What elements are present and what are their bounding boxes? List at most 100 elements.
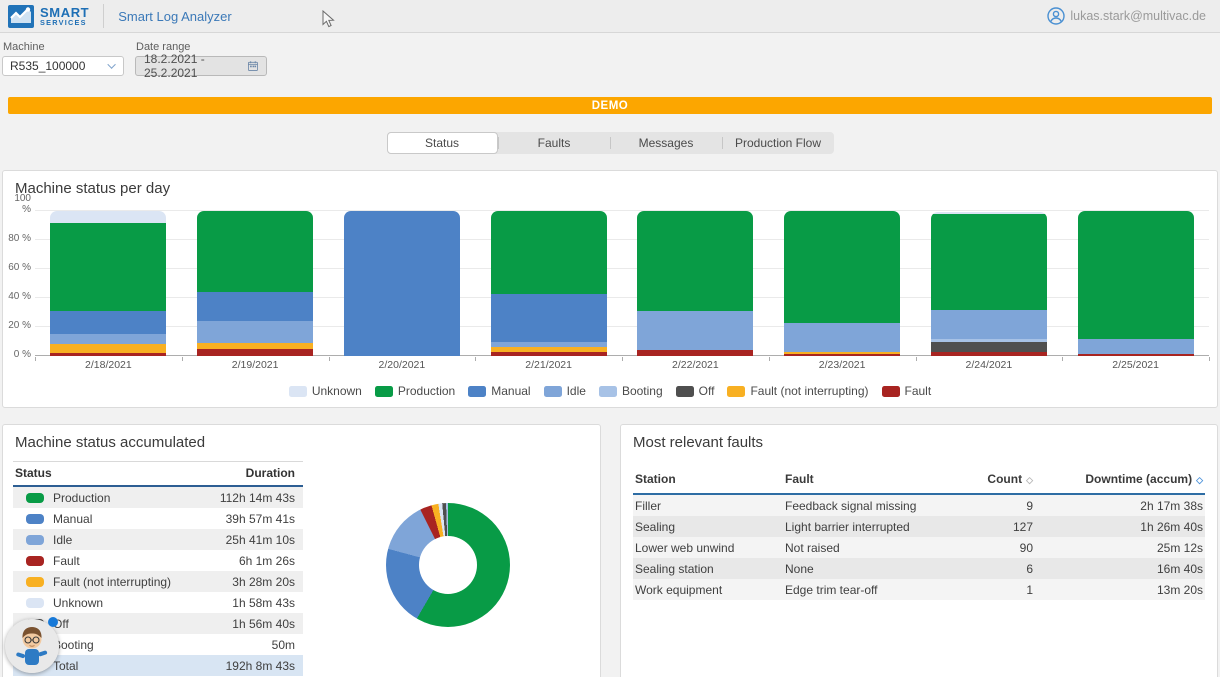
bar-segment-production[interactable] — [784, 211, 900, 323]
fault-table-row: Work equipmentEdge trim tear-off113m 20s — [633, 579, 1205, 600]
faults-table: StationFaultCount◇Downtime (accum)◇ Fill… — [633, 467, 1205, 600]
fault-cell-station: Lower web unwind — [635, 541, 785, 555]
header-divider — [103, 4, 104, 28]
bar-segment-production[interactable] — [491, 211, 607, 294]
tab-production-flow[interactable]: Production Flow — [723, 132, 834, 154]
y-axis-label: 60 % — [7, 262, 31, 273]
bar-segment-production[interactable] — [197, 211, 313, 292]
legend-item-manual[interactable]: Manual — [468, 384, 530, 398]
legend-item-fault[interactable]: Fault — [882, 384, 932, 398]
date-range-input[interactable]: 18.2.2021 - 25.2.2021 — [135, 56, 267, 76]
user-email: lukas.stark@multivac.de — [1070, 9, 1206, 23]
legend-item-booting[interactable]: Booting — [599, 384, 663, 398]
x-axis-label: 2/23/2021 — [784, 359, 900, 371]
fault-cell-fault: Light barrier interrupted — [785, 520, 938, 534]
table-row-unknown: Unknown1h 58m 43s — [13, 592, 303, 613]
sort-icon[interactable]: ◇ — [1196, 475, 1203, 485]
bar-segment-fault_ni[interactable] — [50, 344, 166, 353]
duration-value: 1h 56m 40s — [232, 617, 295, 631]
column-header-status: Status — [15, 466, 52, 480]
calendar-icon — [248, 60, 258, 72]
bar-2/18/2021[interactable] — [50, 211, 166, 356]
duration-value: 112h 14m 43s — [220, 491, 295, 505]
fault-cell-count: 6 — [938, 562, 1033, 576]
bar-2/25/2021[interactable] — [1078, 211, 1194, 356]
fault-cell-station: Filler — [635, 499, 785, 513]
fault-table-row: Lower web unwindNot raised9025m 12s — [633, 537, 1205, 558]
chat-avatar-widget[interactable] — [5, 615, 61, 673]
legend-item-idle[interactable]: Idle — [544, 384, 586, 398]
status-donut-chart[interactable] — [386, 503, 510, 627]
legend-item-fault_ni[interactable]: Fault (not interrupting) — [727, 384, 868, 398]
legend-item-unknown[interactable]: Unknown — [289, 384, 362, 398]
bar-segment-idle[interactable] — [931, 310, 1047, 339]
duration-value: 3h 28m 20s — [232, 575, 295, 589]
table-row-manual: Manual39h 57m 41s — [13, 508, 303, 529]
bar-segment-fault[interactable] — [1078, 354, 1194, 356]
bar-segment-fault[interactable] — [50, 353, 166, 356]
x-axis-label: 2/22/2021 — [637, 359, 753, 371]
bar-segment-fault[interactable] — [637, 350, 753, 356]
bar-segment-fault[interactable] — [931, 352, 1047, 356]
bar-segment-idle[interactable] — [1078, 339, 1194, 354]
legend-swatch-unknown — [289, 386, 307, 397]
fault-cell-station: Sealing station — [635, 562, 785, 576]
user-menu[interactable]: lukas.stark@multivac.de — [1047, 7, 1206, 25]
bar-segment-unknown[interactable] — [50, 211, 166, 223]
logo-text-services: SERVICES — [40, 19, 89, 26]
tab-status[interactable]: Status — [387, 132, 498, 154]
legend-label: Production — [398, 384, 455, 398]
bar-segment-production[interactable] — [931, 214, 1047, 310]
sort-icon[interactable]: ◇ — [1026, 475, 1033, 485]
column-header-count[interactable]: Count◇ — [938, 472, 1033, 486]
machine-select-value: R535_100000 — [10, 59, 85, 73]
bar-segment-production[interactable] — [637, 211, 753, 311]
status-label: Production — [53, 491, 110, 505]
faults-title: Most relevant faults — [621, 425, 1217, 451]
legend-item-production[interactable]: Production — [375, 384, 455, 398]
machine-select[interactable]: R535_100000 — [2, 56, 124, 76]
legend-label: Manual — [491, 384, 530, 398]
fault-table-row: SealingLight barrier interrupted1271h 26… — [633, 516, 1205, 537]
bar-segment-fault[interactable] — [784, 354, 900, 356]
bar-segment-manual[interactable] — [197, 292, 313, 321]
fault-cell-count: 1 — [938, 583, 1033, 597]
bar-segment-manual[interactable] — [491, 294, 607, 342]
bar-2/20/2021[interactable] — [344, 211, 460, 356]
chat-avatar[interactable] — [5, 619, 59, 673]
tab-faults[interactable]: Faults — [499, 132, 610, 154]
bar-2/23/2021[interactable] — [784, 211, 900, 356]
y-axis-label: 0 % — [7, 349, 31, 360]
bar-segment-idle[interactable] — [197, 321, 313, 343]
bar-segment-manual[interactable] — [344, 211, 460, 356]
bar-segment-fault[interactable] — [491, 352, 607, 356]
x-axis-label: 2/18/2021 — [50, 359, 166, 371]
status-label: Unknown — [53, 596, 103, 610]
most-relevant-faults-card: Most relevant faults StationFaultCount◇D… — [620, 424, 1218, 677]
bar-segment-off[interactable] — [931, 342, 1047, 352]
bar-segment-manual[interactable] — [50, 311, 166, 334]
bar-2/22/2021[interactable] — [637, 211, 753, 356]
filter-bar: Machine R535_100000 Date range 18.2.2021… — [0, 33, 1220, 77]
table-row-fault: Fault6h 1m 26s — [13, 550, 303, 571]
bar-segment-idle[interactable] — [637, 311, 753, 350]
column-header-downtime-accum-[interactable]: Downtime (accum)◇ — [1033, 472, 1203, 486]
fault-cell-downtime: 2h 17m 38s — [1033, 499, 1203, 513]
bar-segment-production[interactable] — [50, 223, 166, 311]
tab-messages[interactable]: Messages — [611, 132, 722, 154]
user-avatar-icon — [1047, 7, 1065, 25]
status-label: Fault (not interrupting) — [53, 575, 171, 589]
bar-segment-production[interactable] — [1078, 211, 1194, 339]
chart-legend: Unknown Production Manual Idle Booting Off Fau… — [3, 384, 1217, 398]
bar-2/21/2021[interactable] — [491, 211, 607, 356]
bar-segment-idle[interactable] — [784, 323, 900, 352]
legend-label: Fault — [905, 384, 932, 398]
fault-cell-downtime: 13m 20s — [1033, 583, 1203, 597]
bar-2/24/2021[interactable] — [931, 212, 1047, 356]
bar-segment-idle[interactable] — [50, 334, 166, 344]
fault-table-row: FillerFeedback signal missing92h 17m 38s — [633, 495, 1205, 516]
bar-segment-fault[interactable] — [197, 349, 313, 356]
legend-item-off[interactable]: Off — [676, 384, 715, 398]
bar-2/19/2021[interactable] — [197, 211, 313, 356]
y-axis-label: 40 % — [7, 291, 31, 302]
